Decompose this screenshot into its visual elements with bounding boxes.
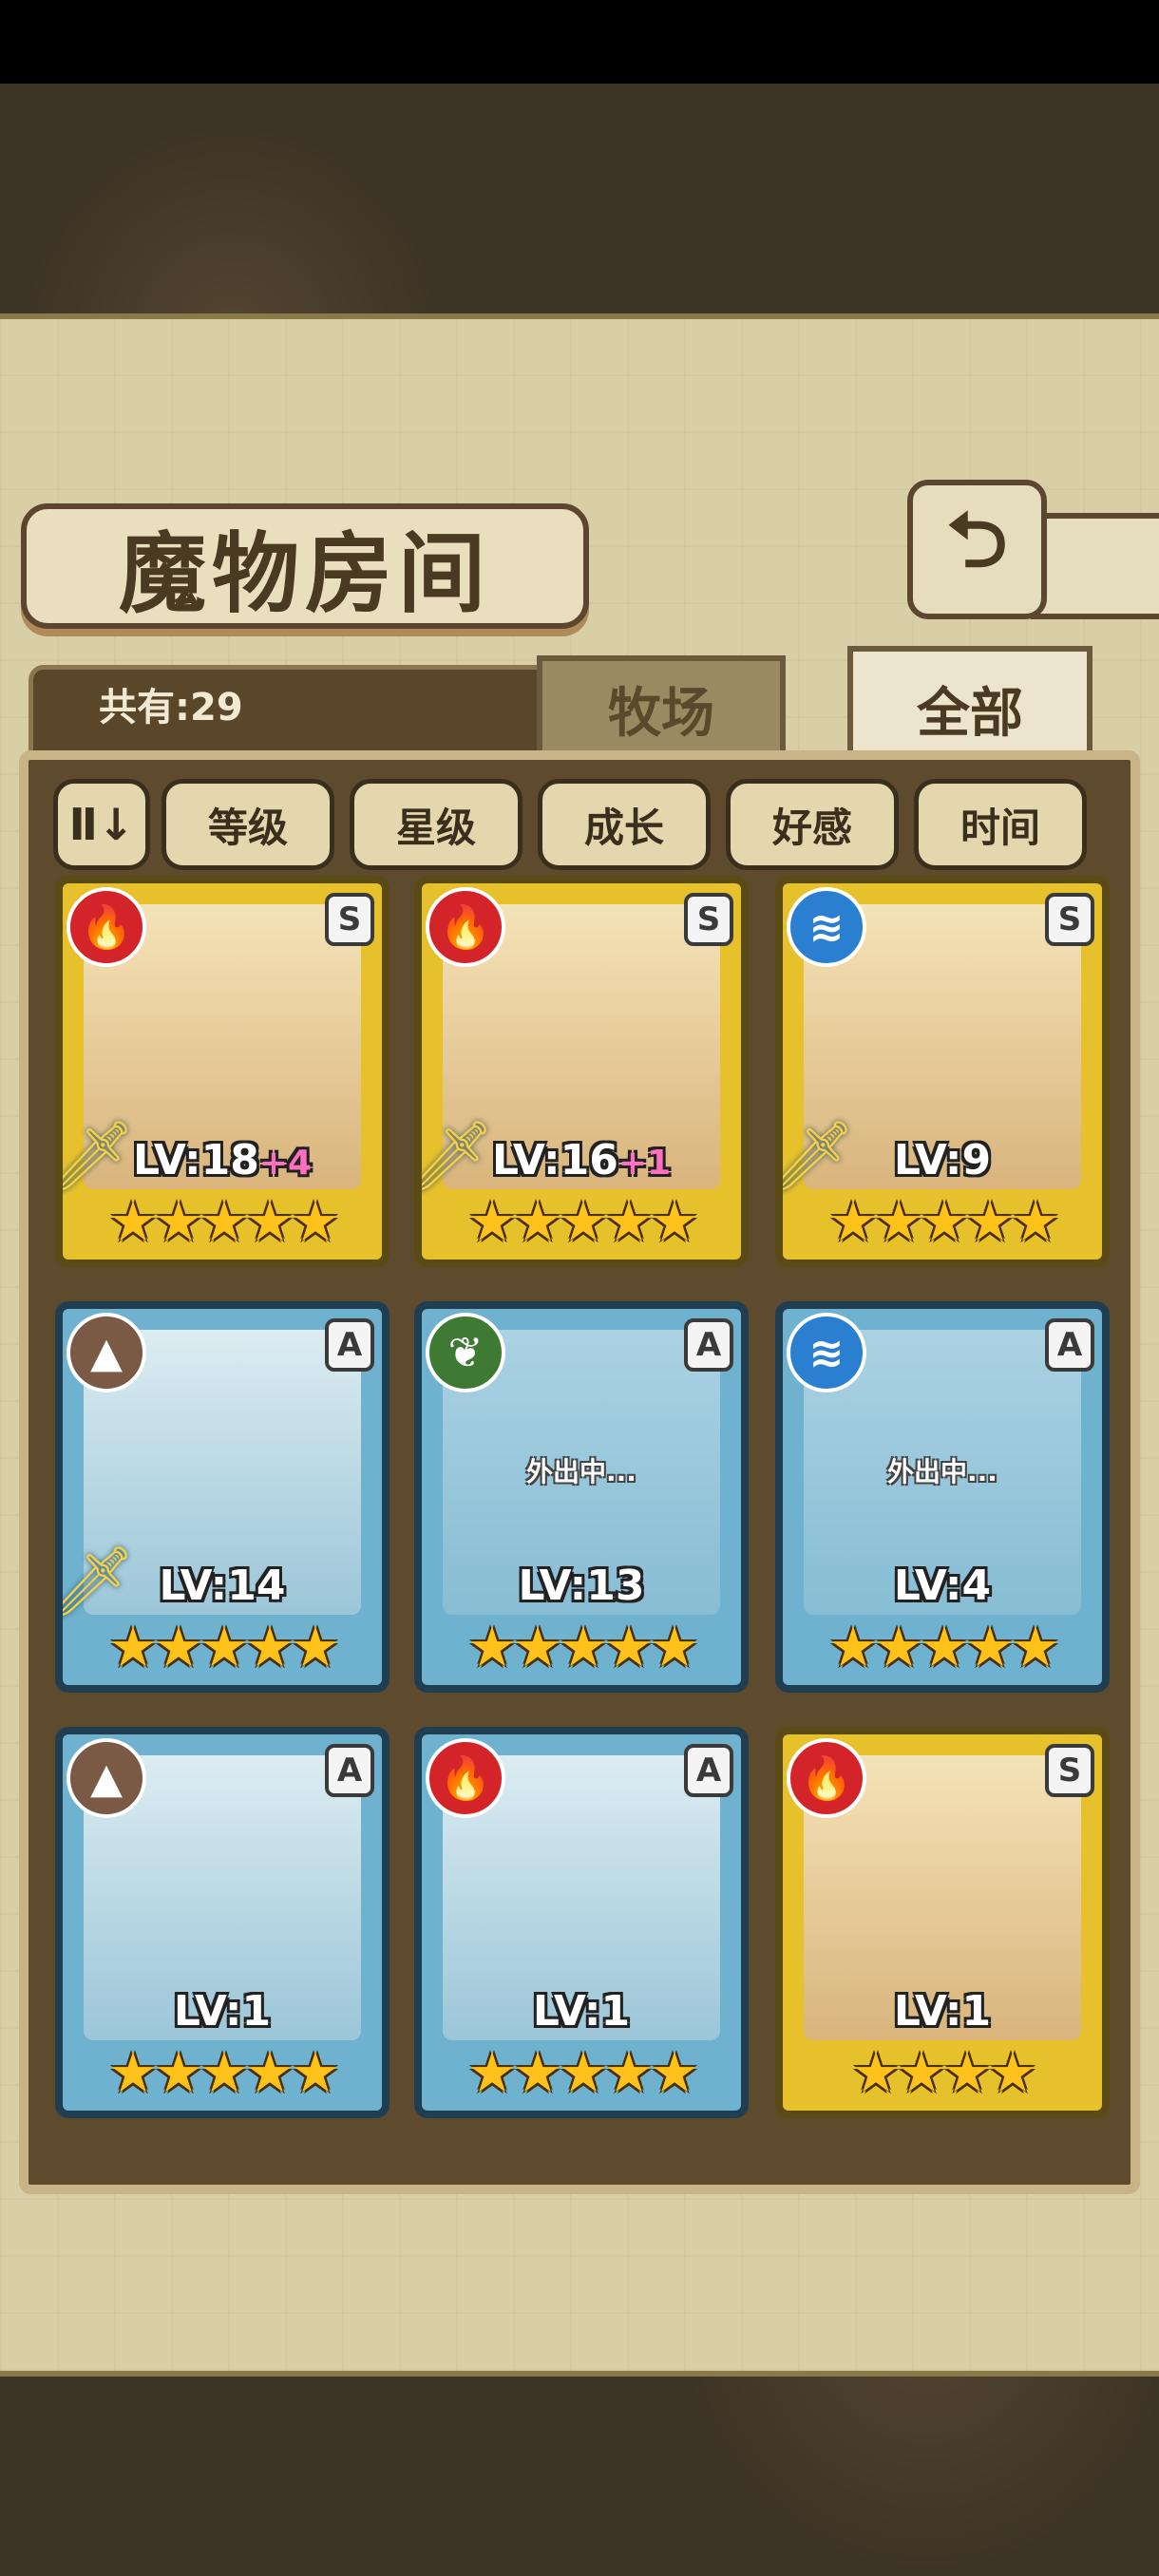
monster-level: LV:1 [63,1987,382,2036]
star-rating: ★★★★★ [108,1615,340,1679]
star-rating: ★★★★★ [467,1189,699,1254]
monster-level: LV:18+4 [63,1136,382,1184]
level-text: LV:9 [893,1136,992,1184]
water-element-icon: ≋ [787,1313,866,1392]
water-element-icon: ≋ [787,887,866,967]
monster-card[interactable]: ≋ S 🗡 LV:9 ★★★★★ [775,876,1110,1267]
star-rating: ★★★★★ [828,1615,1060,1679]
back-arrow-icon: ⮌ [946,495,1008,584]
rank-badge: A [684,1744,733,1797]
filter-level-button[interactable]: 等级 [162,779,334,870]
rank-badge: A [325,1744,374,1797]
rank-badge: S [325,893,374,946]
filter-affection-button[interactable]: 好感 [726,779,899,870]
monster-card[interactable]: ❦ A 外出中... LV:13 ★★★★★ [414,1301,749,1693]
rank-badge: S [1045,893,1094,946]
level-text: LV:4 [893,1562,992,1610]
level-text: LV:13 [518,1562,645,1610]
rank-badge: S [1045,1744,1094,1797]
level-text: LV:1 [532,1987,631,2036]
monster-card[interactable]: 🔥 S 🗡 LV:16+1 ★★★★★ [414,876,749,1267]
rank-badge: A [1045,1318,1094,1372]
grass-element-icon: ❦ [426,1313,505,1392]
away-status: 外出中... [526,1456,636,1487]
earth-element-icon: ▲ [66,1313,146,1392]
monster-level: LV:4 [783,1562,1102,1610]
monster-card[interactable]: ▲ A LV:1 ★★★★★ [55,1727,390,2118]
filter-growth-button[interactable]: 成长 [538,779,711,870]
monster-level: LV:9 [783,1136,1102,1184]
rank-badge: S [684,893,733,946]
monster-card[interactable]: ▲ A 🗡 LV:14 ★★★★★ [55,1301,390,1693]
star-rating: ★★★★★ [108,1189,340,1254]
monster-card[interactable]: 🔥 S 🗡 LV:18+4 ★★★★★ [55,876,390,1267]
rank-badge: A [325,1318,374,1372]
star-rating: ★★★★★ [467,1615,699,1679]
level-bonus: +4 [258,1144,313,1183]
level-bonus: +1 [618,1144,672,1183]
star-rating: ★★★★★ [467,2040,699,2105]
page-title-text: 魔物房间 [118,521,491,625]
level-text: LV:18 [132,1136,259,1184]
fire-element-icon: 🔥 [426,887,505,967]
monster-level: LV:16+1 [422,1136,741,1184]
fire-element-icon: 🔥 [426,1738,505,1818]
monster-count: 共有:29 [99,686,243,729]
page-title: 魔物房间 [21,503,589,629]
monster-level: LV:14 [63,1562,382,1610]
star-rating: ★★★★★ [108,2040,340,2105]
filter-star-button[interactable]: 星级 [350,779,522,870]
monster-card[interactable]: ≋ A 外出中... LV:4 ★★★★★ [775,1301,1110,1693]
away-status: 外出中... [887,1456,998,1487]
level-text: LV:1 [173,1987,272,2036]
sort-order-toggle[interactable]: Ⅱ↓ [53,779,150,870]
fire-element-icon: 🔥 [66,887,146,967]
level-text: LV:14 [159,1562,286,1610]
earth-element-icon: ▲ [66,1738,146,1818]
monster-level: LV:1 [783,1987,1102,2036]
level-text: LV:16 [491,1136,618,1184]
fire-element-icon: 🔥 [787,1738,866,1818]
monster-card[interactable]: 🔥 A LV:1 ★★★★★ [414,1727,749,2118]
filter-time-button[interactable]: 时间 [914,779,1087,870]
back-button-bar [1031,513,1159,619]
back-button[interactable]: ⮌ [907,480,1047,619]
tab-pasture[interactable]: 牧场 [537,655,786,762]
monster-card[interactable]: 🔥 S LV:1 ★★★★ [775,1727,1110,2118]
level-text: LV:1 [893,1987,992,2036]
rank-badge: A [684,1318,733,1372]
sort-order-icon: Ⅱ↓ [68,799,135,850]
star-rating: ★★★★★ [828,1189,1060,1254]
monster-level: LV:1 [422,1987,741,2036]
monster-level: LV:13 [422,1562,741,1610]
star-rating: ★★★★ [851,2040,1037,2105]
